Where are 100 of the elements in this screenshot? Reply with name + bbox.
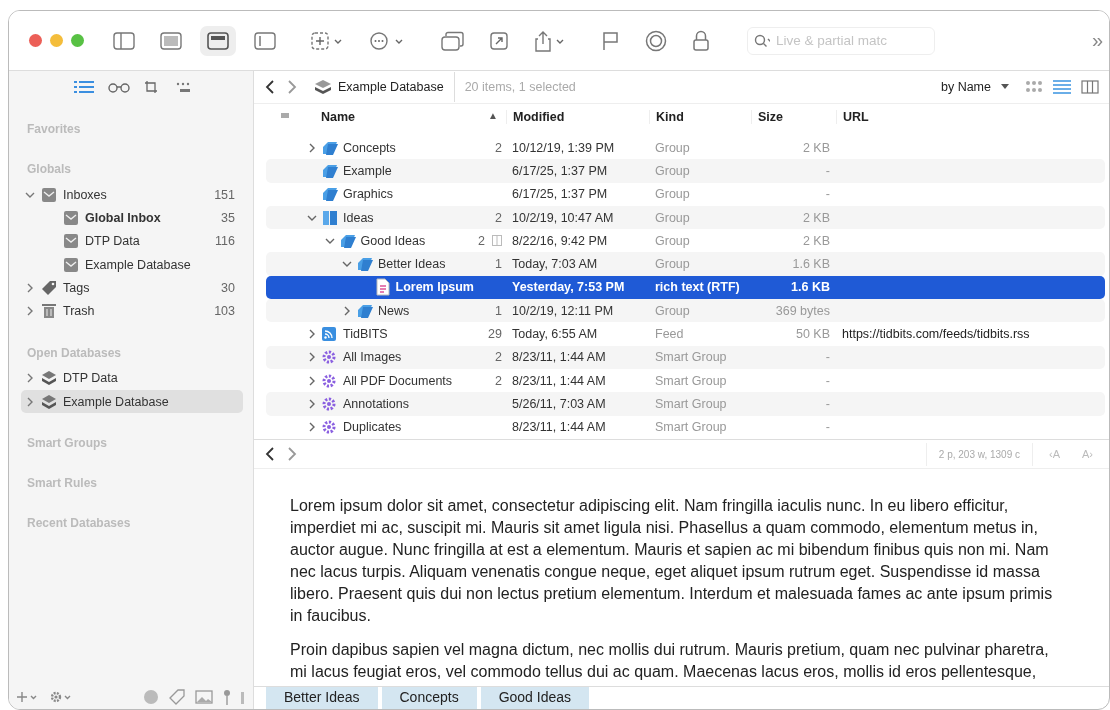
size-cell-text: 1.6 KB: [791, 257, 831, 272]
open-external-icon[interactable]: [490, 31, 508, 50]
list-view-icon[interactable]: [1053, 80, 1071, 94]
sidebar-toggle-icon[interactable]: [113, 31, 135, 50]
forward-icon[interactable]: [286, 79, 298, 95]
inbox-icon: [63, 256, 79, 273]
paragraph: Proin dapibus sapien vel magna dictum, nec mollis dui rutrum. Mauris pretium, quam nec pulvinar pharetra, mi lacus feugiat eros, vel commodo tellus dui ac quam. Maecenas lacus eros, mollis id eros pellentesque,: [290, 640, 1050, 682]
search-input[interactable]: Live & partial matc: [774, 32, 928, 49]
name-cell: Annotations: [343, 396, 410, 411]
tab[interactable]: Good Ideas: [480, 687, 590, 709]
table-row[interactable]: Graphics 6/17/25, 1:37 PM Group -: [266, 182, 1105, 206]
add-icon[interactable]: [17, 691, 39, 703]
tag-icon: [41, 279, 57, 296]
table-row[interactable]: All Images 2 8/23/11, 1:44 AM Smart Group -: [266, 345, 1105, 369]
modified-cell-text: 8/22/16, 9:42 PM: [511, 233, 609, 248]
table-row[interactable]: Lorem Ipsum Yesterday, 7:53 PM rich text (RTF) 1.6 KB: [266, 275, 1105, 300]
zoom-button[interactable]: [71, 34, 84, 47]
dropdown-icon[interactable]: [1001, 84, 1009, 90]
section-header: Open Databases: [27, 344, 123, 362]
table-row[interactable]: TidBITS 29 Today, 6:55 AM Feed 50 KB https://tidbits.com/feeds/tidbits.rss: [266, 322, 1105, 346]
sidebar-item[interactable]: Inboxes 151: [21, 183, 243, 207]
column-header[interactable]: Modified: [506, 110, 649, 124]
sidebar-item[interactable]: Global Inbox 35: [21, 206, 243, 230]
view-icon[interactable]: [160, 31, 182, 50]
item-label: Global Inbox: [85, 210, 161, 225]
section-header: Favorites: [27, 121, 82, 138]
table-row[interactable]: Example 6/17/25, 1:37 PM Group -: [266, 159, 1105, 183]
column-header[interactable]: Kind: [649, 110, 751, 124]
tab[interactable]: Concepts: [381, 687, 477, 709]
sort-dropdown[interactable]: by Name: [940, 80, 991, 94]
disclosure-icon[interactable]: [307, 375, 317, 386]
target-icon[interactable]: [645, 29, 667, 52]
name-cell: TidBITS: [343, 327, 388, 341]
size-cell-text: -: [824, 187, 831, 202]
disclosure-icon[interactable]: [307, 142, 317, 153]
size-cell-text: 2 KB: [801, 233, 831, 248]
lock-icon[interactable]: [692, 29, 710, 52]
grid-view-icon[interactable]: [1025, 80, 1043, 94]
database-icon: [314, 79, 332, 95]
disclosure-icon[interactable]: [307, 352, 317, 363]
kind-cell-text: Group: [654, 303, 691, 318]
windows-icon[interactable]: [441, 30, 465, 51]
disclosure-icon[interactable]: [25, 396, 35, 407]
document-stats: 2 p, 203 w, 1309 c: [925, 442, 1033, 466]
settings-icon[interactable]: [49, 690, 73, 704]
back-icon[interactable]: [264, 446, 276, 462]
image-icon[interactable]: [195, 690, 213, 704]
sidebar-item[interactable]: DTP Data 116: [21, 229, 243, 253]
search-field[interactable]: Live & partial matc: [747, 26, 935, 55]
forward-icon[interactable]: [286, 446, 298, 462]
crop-icon[interactable]: [144, 80, 158, 94]
disclosure-icon[interactable]: [25, 282, 35, 293]
size-cell-text: 2 KB: [801, 210, 831, 225]
item-count-status: 20 items, 1 selected: [464, 80, 576, 94]
size-cell-text: 50 KB: [794, 327, 831, 341]
table-row[interactable]: Ideas 2 10/2/19, 10:47 AM Group 2 KB: [266, 205, 1105, 230]
kind-cell-text: Smart Group: [654, 350, 728, 365]
name-cell: All Images: [343, 350, 402, 365]
column-header[interactable]: Name: [321, 110, 356, 124]
table-row[interactable]: Annotations 5/26/11, 7:03 AM Smart Group -: [266, 392, 1105, 416]
disclosure-icon[interactable]: [307, 398, 317, 409]
overflow-button[interactable]: »: [1091, 29, 1103, 52]
document-icon: [373, 278, 392, 297]
item-label: Inboxes: [63, 187, 107, 202]
tab[interactable]: Better Ideas: [266, 687, 378, 709]
sidebar-item[interactable]: Trash 103: [21, 299, 243, 323]
disclosure-icon[interactable]: [342, 305, 352, 316]
name-cell: Better Ideas: [378, 257, 446, 272]
split-view-icon[interactable]: [254, 31, 276, 50]
disclosure-icon[interactable]: [25, 373, 35, 384]
sidebar-item[interactable]: Example Database: [21, 390, 243, 414]
table-row[interactable]: News 1 10/2/19, 12:11 PM Group 369 bytes: [266, 299, 1105, 323]
tag-icon[interactable]: [169, 689, 185, 705]
sidebar-item[interactable]: Example Database: [21, 252, 243, 277]
table-row[interactable]: All PDF Documents 2 8/23/11, 1:44 AM Smart Group -: [266, 368, 1105, 393]
disclosure-icon[interactable]: [25, 306, 35, 317]
column-header[interactable]: URL: [836, 110, 1109, 124]
sort-indicator[interactable]: ▲: [488, 110, 498, 124]
database-name: Example Database: [338, 72, 455, 102]
item-label: Tags: [63, 280, 90, 295]
glasses-icon[interactable]: [108, 81, 130, 93]
table-row[interactable]: Better Ideas 1 Today, 7:03 AM Group 1.6 KB: [266, 252, 1105, 276]
close-button[interactable]: [29, 34, 42, 47]
sidebar-item[interactable]: DTP Data: [21, 366, 243, 391]
table-row[interactable]: Good Ideas 2 8/22/16, 9:42 PM Group 2 KB: [266, 229, 1105, 253]
column-header[interactable]: Size: [751, 110, 836, 124]
table-row[interactable]: Concepts 2 10/12/19, 1:39 PM Group 2 KB: [266, 136, 1105, 160]
disclosure-icon[interactable]: [307, 329, 317, 339]
item-count: 116: [215, 234, 235, 249]
layout-button[interactable]: [200, 25, 236, 56]
table-row[interactable]: Duplicates 8/23/11, 1:44 AM Smart Group -: [266, 415, 1105, 439]
name-cell: Lorem Ipsum: [395, 280, 474, 295]
column-view-icon[interactable]: [1081, 80, 1099, 94]
list-icon[interactable]: [74, 80, 94, 94]
back-icon[interactable]: [264, 79, 276, 95]
pin-icon[interactable]: [223, 689, 231, 705]
disclosure-icon[interactable]: [307, 422, 317, 433]
sidebar-item[interactable]: Tags 30: [21, 276, 243, 300]
modified-cell-text: 8/23/11, 1:44 AM: [511, 350, 607, 365]
name-cell: Example: [343, 163, 392, 178]
